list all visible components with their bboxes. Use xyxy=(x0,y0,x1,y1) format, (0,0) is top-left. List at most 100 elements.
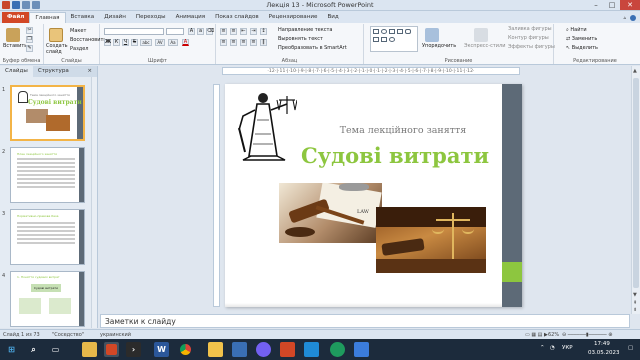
section-button[interactable]: Раздел xyxy=(70,46,88,52)
bullets-icon[interactable]: ≡ xyxy=(220,28,227,35)
clock-date[interactable]: 03.05.2023 xyxy=(588,350,620,356)
shape-callout-icon[interactable] xyxy=(389,37,395,42)
shapes-gallery[interactable] xyxy=(370,26,418,52)
vertical-scrollbar[interactable]: ▲ ▼ ⇞ ⇟ xyxy=(631,66,640,314)
tab-slides[interactable]: Слайды xyxy=(0,66,33,77)
format-painter-icon[interactable]: ✎ xyxy=(26,45,33,52)
slide-thumbnail-1[interactable]: Тема лекційного заняття Судові витрати xyxy=(10,85,85,141)
keyboard-lang[interactable]: УКР xyxy=(562,345,573,351)
chrome-icon[interactable] xyxy=(178,342,193,357)
close-button[interactable]: ✕ xyxy=(620,0,640,10)
shrink-font-icon[interactable]: a xyxy=(197,28,204,35)
shape-arrow-icon[interactable] xyxy=(397,29,403,34)
notification-icon[interactable]: ▢ xyxy=(628,345,633,351)
file-explorer-icon[interactable]: ▭ xyxy=(48,342,63,357)
tab-transitions[interactable]: Переходы xyxy=(131,12,171,23)
new-slide-button[interactable]: Создать слайд xyxy=(46,43,68,55)
powerpoint-taskbar[interactable] xyxy=(104,342,119,357)
minimize-ribbon-icon[interactable]: ▵ xyxy=(623,15,626,21)
minimize-button[interactable]: – xyxy=(588,0,604,10)
network-icon[interactable]: ◔ xyxy=(550,345,555,351)
shape-outline-button[interactable]: Контур фигуры xyxy=(508,35,549,41)
shape-rect-icon[interactable] xyxy=(373,29,379,34)
tab-insert[interactable]: Вставка xyxy=(66,12,100,23)
pane-scrollbar[interactable] xyxy=(91,77,97,328)
scroll-up-icon[interactable]: ▲ xyxy=(633,68,637,74)
columns-icon[interactable]: ‖ xyxy=(260,39,267,46)
change-case-button[interactable]: Aa xyxy=(168,39,178,46)
underline-button[interactable]: Ч xyxy=(122,39,129,46)
increase-indent-icon[interactable]: ⇥ xyxy=(250,28,257,35)
text-direction-button[interactable]: Направление текста xyxy=(278,27,332,33)
line-spacing-icon[interactable]: ↕ xyxy=(260,28,267,35)
shape-star-icon[interactable] xyxy=(381,37,387,42)
calendar-icon[interactable] xyxy=(232,342,247,357)
convert-smartart-button[interactable]: Преобразовать в SmartArt xyxy=(278,45,347,51)
scales-photo[interactable] xyxy=(376,207,486,273)
tray-chevron-icon[interactable]: ⌃ xyxy=(540,345,545,351)
strikethrough-button[interactable]: S xyxy=(131,39,138,46)
search-icon[interactable]: ⌕ xyxy=(26,342,41,357)
shape-fill-button[interactable]: Заливка фигуры xyxy=(508,26,552,32)
folder-icon[interactable] xyxy=(82,342,97,357)
slide-topic[interactable]: Тема лекційного заняття xyxy=(323,125,483,136)
tab-slideshow[interactable]: Показ слайдов xyxy=(210,12,264,23)
shape-triangle-icon[interactable] xyxy=(373,37,379,42)
shape-line-icon[interactable] xyxy=(389,29,395,34)
numbering-icon[interactable]: ≡ xyxy=(230,28,237,35)
cut-icon[interactable]: ✂ xyxy=(26,27,33,34)
bold-button[interactable]: Ж xyxy=(104,39,111,46)
shadow-button[interactable]: abc xyxy=(140,39,152,46)
shape-oval-icon[interactable] xyxy=(381,29,387,34)
paste-button[interactable]: Вставить xyxy=(3,43,27,49)
tab-animations[interactable]: Анимация xyxy=(171,12,211,23)
clock-time[interactable]: 17:49 xyxy=(594,341,610,347)
tab-view[interactable]: Вид xyxy=(322,12,343,23)
word-icon[interactable]: W xyxy=(154,342,169,357)
shape-rounded-icon[interactable] xyxy=(405,29,411,34)
decrease-indent-icon[interactable]: ⇤ xyxy=(240,28,247,35)
slide-thumbnail-3[interactable]: Нормативно-правова база xyxy=(10,209,85,265)
help-icon[interactable] xyxy=(630,14,636,21)
tab-home[interactable]: Главная xyxy=(29,12,66,23)
prev-slide-icon[interactable]: ⇞ xyxy=(633,300,637,306)
character-spacing-button[interactable]: AV xyxy=(155,39,165,46)
align-left-icon[interactable]: ≡ xyxy=(220,39,227,46)
notes-field[interactable]: Заметки к слайду xyxy=(100,314,630,328)
office-icon[interactable] xyxy=(280,342,295,357)
scroll-down-icon[interactable]: ▼ xyxy=(633,292,637,298)
slide-thumbnail-2[interactable]: План лекційного заняття xyxy=(10,147,85,203)
tab-review[interactable]: Рецензирование xyxy=(264,12,323,23)
grow-font-icon[interactable]: A xyxy=(188,28,195,35)
replace-button[interactable]: ⇄ Заменить xyxy=(566,36,597,42)
shape-effects-button[interactable]: Эффекты фигуры xyxy=(508,44,555,50)
terminal-icon[interactable]: › xyxy=(126,342,141,357)
select-button[interactable]: ↖ Выделить xyxy=(566,45,598,51)
arrange-button[interactable]: Упорядочить xyxy=(422,43,456,49)
slide-thumbnail-4[interactable]: 1. Поняття судових витрат Судові витрати xyxy=(10,271,85,327)
start-icon[interactable]: ⊞ xyxy=(4,342,19,357)
mail-icon[interactable] xyxy=(304,342,319,357)
viber-icon[interactable] xyxy=(256,342,271,357)
layout-button[interactable]: Макет xyxy=(70,28,86,34)
justify-icon[interactable]: ≡ xyxy=(250,39,257,46)
maximize-button[interactable]: □ xyxy=(604,0,620,10)
gavel-photo[interactable]: LAW xyxy=(279,183,382,243)
font-name-combo[interactable] xyxy=(104,28,164,35)
scroll-thumb[interactable] xyxy=(633,78,639,288)
align-center-icon[interactable]: ≡ xyxy=(230,39,237,46)
next-slide-icon[interactable]: ⇟ xyxy=(633,307,637,313)
tab-design[interactable]: Дизайн xyxy=(99,12,131,23)
font-color-button[interactable]: A xyxy=(182,39,189,46)
quick-styles-button[interactable]: Экспресс-стили xyxy=(464,43,505,49)
copy-icon[interactable]: ❐ xyxy=(26,36,33,43)
tab-file[interactable]: Файл xyxy=(2,12,30,23)
tab-outline[interactable]: Структура xyxy=(33,66,74,77)
slide-canvas[interactable]: Тема лекційного заняття Судові витрати L… xyxy=(225,84,522,307)
find-button[interactable]: ⌕ Найти xyxy=(566,27,587,33)
align-right-icon[interactable]: ≡ xyxy=(240,39,247,46)
slide-headline[interactable]: Судові витрати xyxy=(295,143,495,168)
font-size-combo[interactable] xyxy=(166,28,184,35)
italic-button[interactable]: К xyxy=(113,39,120,46)
align-text-button[interactable]: Выровнять текст xyxy=(278,36,323,42)
